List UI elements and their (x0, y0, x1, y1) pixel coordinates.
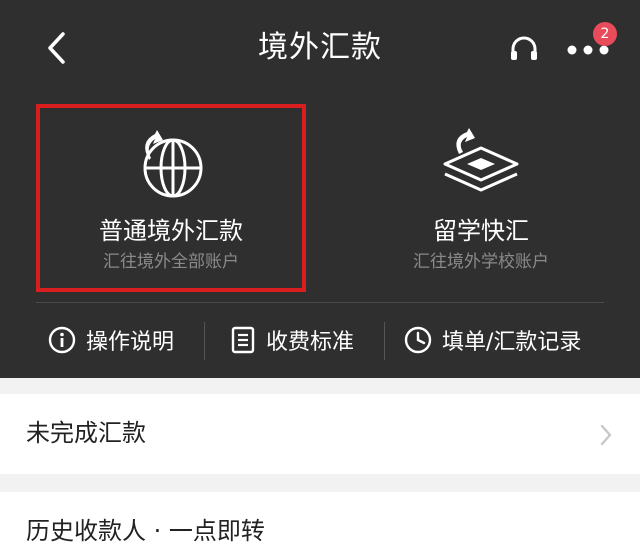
clock-icon (404, 326, 432, 354)
info-icon (48, 326, 76, 354)
separator (384, 322, 385, 360)
graduation-cap-icon (443, 128, 519, 192)
list-item-pending-remittance[interactable]: 未完成汇款 (0, 394, 640, 474)
tile-subtitle: 汇往境外全部账户 (103, 252, 239, 272)
headset-icon (511, 36, 537, 60)
instructions-button[interactable]: 操作说明 (48, 318, 174, 362)
records-button[interactable]: 填单/汇款记录 (404, 318, 581, 362)
action-label: 收费标准 (266, 330, 355, 355)
chevron-right-icon (600, 424, 612, 446)
divider (36, 302, 604, 303)
list-item-label: 未完成汇款 (26, 419, 146, 447)
action-bar: 操作说明 收费标准 填单/汇款记录 (0, 304, 640, 376)
page-title: 境外汇款 (258, 30, 382, 65)
tile-regular-remittance[interactable]: 普通境外汇款 汇往境外全部账户 (36, 104, 306, 292)
separator (204, 322, 205, 360)
document-icon (231, 326, 255, 354)
tile-title: 普通境外汇款 (99, 217, 243, 245)
customer-service-button[interactable] (504, 30, 544, 70)
notification-badge: 2 (593, 22, 617, 46)
list-item-label: 历史收款人 · 一点即转 (26, 517, 265, 545)
action-label: 操作说明 (86, 330, 175, 355)
fee-standard-button[interactable]: 收费标准 (230, 318, 354, 362)
globe-arrow-icon (143, 130, 203, 198)
list-item-history-payees[interactable]: 历史收款人 · 一点即转 (0, 492, 640, 551)
tile-title: 留学快汇 (433, 217, 529, 245)
tile-subtitle: 汇往境外学校账户 (413, 252, 549, 272)
nav-bar: 境外汇款 2 (0, 0, 640, 96)
action-label: 填单/汇款记录 (442, 330, 582, 355)
tile-study-abroad[interactable]: 留学快汇 汇往境外学校账户 (346, 104, 616, 292)
